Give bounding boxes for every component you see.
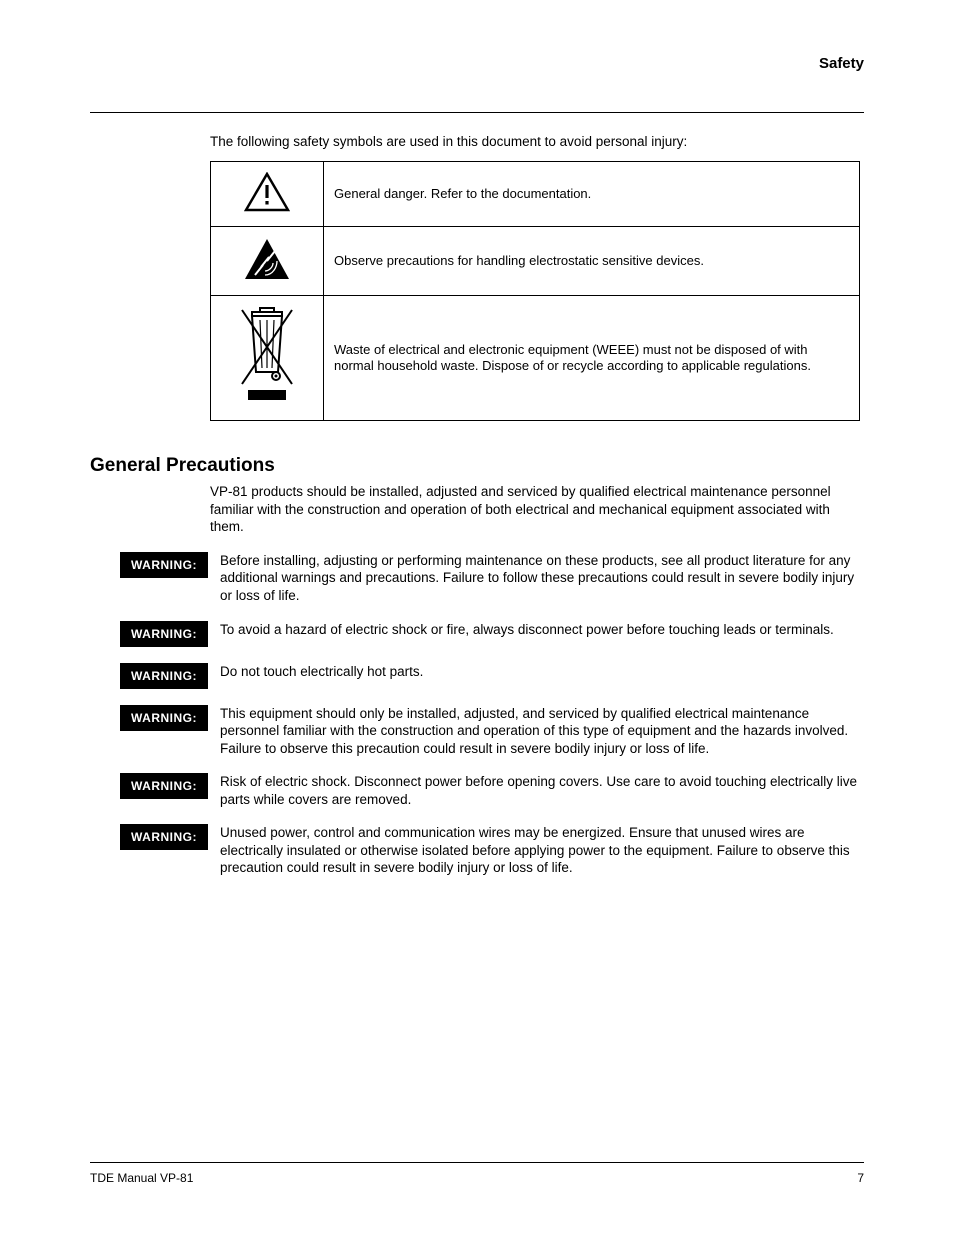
esd-triangle-icon (211, 226, 324, 295)
warning-block: WARNING: To avoid a hazard of electric s… (90, 621, 864, 647)
intro-text: The following safety symbols are used in… (90, 133, 864, 151)
warning-block: WARNING: Before installing, adjusting or… (90, 552, 864, 605)
warning-badge-icon: WARNING: (120, 705, 208, 731)
weee-bin-icon (211, 296, 324, 421)
footer-rule (90, 1162, 864, 1163)
warning-badge-icon: WARNING: (120, 663, 208, 689)
footer-page-number: 7 (857, 1171, 864, 1185)
page-footer: TDE Manual VP-81 7 (90, 1162, 864, 1185)
warning-text: Before installing, adjusting or performi… (208, 552, 864, 605)
table-row: General danger. Refer to the documentati… (211, 161, 860, 226)
warning-block: WARNING: Do not touch electrically hot p… (90, 663, 864, 689)
warning-block: WARNING: Unused power, control and commu… (90, 824, 864, 877)
warning-text: Do not touch electrically hot parts. (208, 663, 864, 689)
warning-badge-icon: WARNING: (120, 552, 208, 578)
footer-manual-id: TDE Manual VP-81 (90, 1171, 193, 1185)
section-body-text: VP-81 products should be installed, adju… (90, 483, 864, 536)
warning-text: Risk of electric shock. Disconnect power… (208, 773, 864, 808)
warning-badge-icon: WARNING: (120, 773, 208, 799)
section-heading-general-precautions: General Precautions (90, 455, 864, 477)
warning-badge-icon: WARNING: (120, 621, 208, 647)
symbol-description: Waste of electrical and electronic equip… (324, 296, 860, 421)
symbol-description: General danger. Refer to the documentati… (324, 161, 860, 226)
warning-text: Unused power, control and communication … (208, 824, 864, 877)
symbol-table: General danger. Refer to the documentati… (210, 161, 860, 422)
table-row: Observe precautions for handling electro… (211, 226, 860, 295)
header-rule (90, 112, 864, 113)
table-row: Waste of electrical and electronic equip… (211, 296, 860, 421)
warning-text: To avoid a hazard of electric shock or f… (208, 621, 864, 647)
header-title: Safety (819, 55, 864, 72)
warning-block: WARNING: This equipment should only be i… (90, 705, 864, 758)
warning-text: This equipment should only be installed,… (208, 705, 864, 758)
page: Safety The following safety symbols are … (0, 0, 954, 1235)
symbol-description: Observe precautions for handling electro… (324, 226, 860, 295)
warning-badge-icon: WARNING: (120, 824, 208, 850)
warning-block: WARNING: Risk of electric shock. Disconn… (90, 773, 864, 808)
warning-triangle-icon (211, 161, 324, 226)
